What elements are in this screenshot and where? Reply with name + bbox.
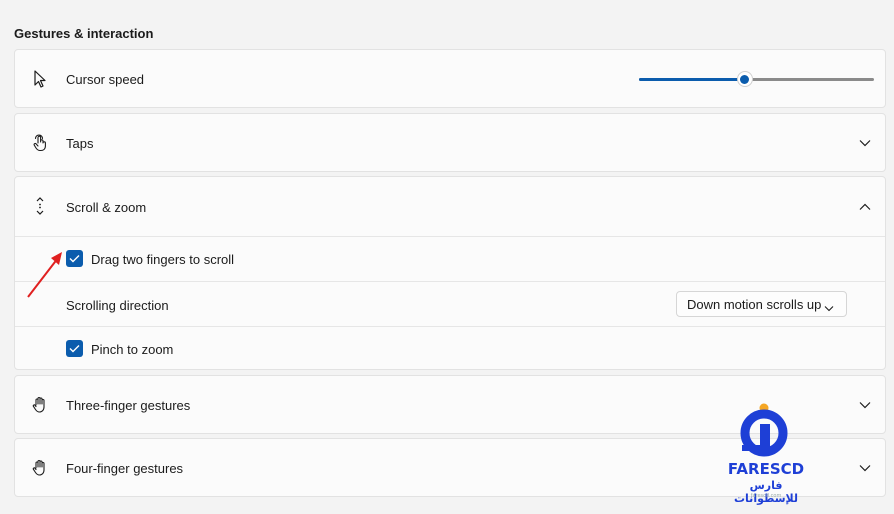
chevron-down-icon[interactable] — [859, 399, 871, 411]
annotation-arrow — [27, 252, 62, 298]
pinch-to-zoom-checkbox[interactable] — [66, 340, 83, 357]
drag-two-fingers-label: Drag two fingers to scroll — [91, 252, 235, 267]
pinch-to-zoom-label: Pinch to zoom — [91, 342, 174, 357]
scroll-zoom-icon — [31, 197, 49, 215]
logo-arabic: فارس للإسطوانات — [734, 479, 798, 505]
scrolling-direction-label: Scrolling direction — [66, 298, 169, 313]
hand-icon — [31, 396, 49, 414]
hand-icon — [31, 459, 49, 477]
tap-icon — [31, 134, 49, 152]
taps-label: Taps — [66, 136, 94, 151]
logo-small: farescd.com — [750, 493, 782, 499]
scroll-zoom-card: Scroll & zoom Drag two fingers to scroll… — [14, 176, 886, 370]
dropdown-value: Down motion scrolls up — [687, 296, 822, 312]
four-finger-label: Four-finger gestures — [66, 461, 184, 476]
drag-two-fingers-row: Drag two fingers to scroll — [15, 237, 885, 281]
logo-mark-icon — [740, 403, 788, 457]
scrolling-direction-row: Scrolling direction Down motion scrolls … — [15, 282, 885, 326]
cursor-speed-slider[interactable] — [639, 71, 874, 87]
taps-card[interactable]: Taps — [14, 113, 886, 172]
logo-brand: FARESCD — [727, 460, 805, 478]
chevron-down-icon[interactable] — [859, 137, 871, 149]
slider-fill — [639, 78, 745, 81]
section-title: Gestures & interaction — [14, 26, 154, 41]
scrolling-direction-dropdown[interactable]: Down motion scrolls up — [676, 291, 847, 317]
cursor-speed-card: Cursor speed — [14, 49, 886, 108]
scroll-zoom-header[interactable]: Scroll & zoom — [15, 177, 885, 236]
cursor-speed-label: Cursor speed — [66, 72, 145, 87]
cursor-icon — [31, 70, 49, 88]
chevron-down-icon[interactable] — [859, 462, 871, 474]
scroll-zoom-label: Scroll & zoom — [66, 200, 147, 215]
three-finger-label: Three-finger gestures — [66, 398, 191, 413]
chevron-down-icon — [824, 300, 834, 315]
slider-thumb[interactable] — [736, 71, 753, 87]
chevron-up-icon[interactable] — [859, 201, 871, 213]
drag-two-fingers-checkbox[interactable] — [66, 250, 83, 267]
farescd-logo: FARESCD فارس للإسطوانات farescd.com — [716, 402, 816, 505]
pinch-to-zoom-row: Pinch to zoom — [15, 327, 885, 371]
